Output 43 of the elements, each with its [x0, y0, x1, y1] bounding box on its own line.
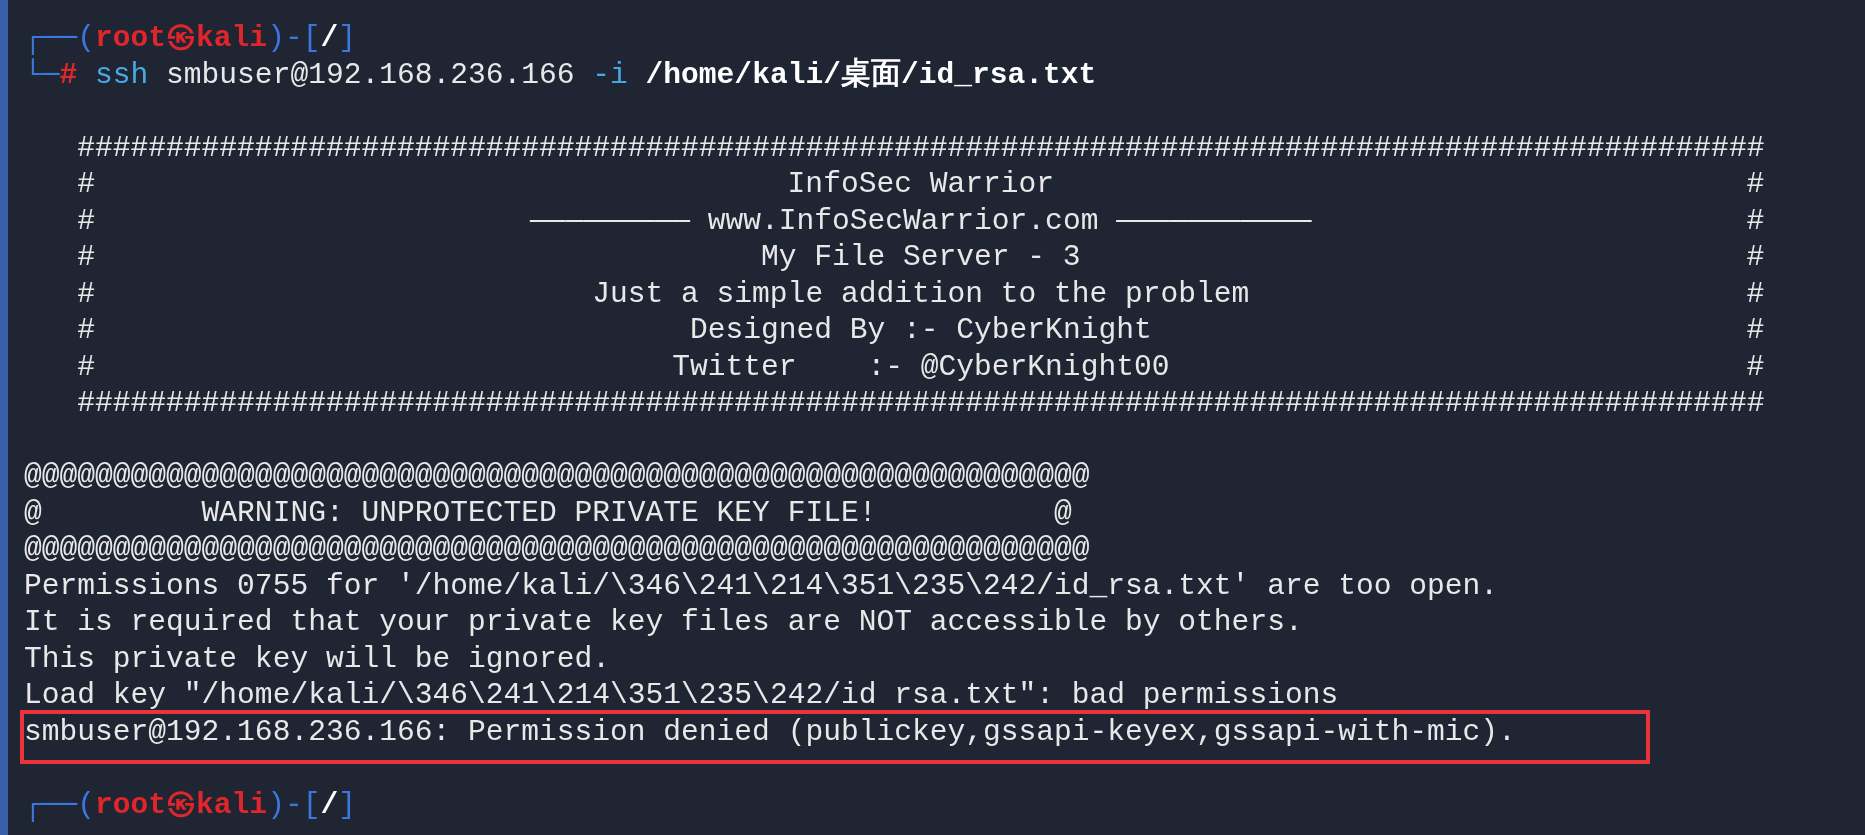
banner-text: My File Server - 3	[760, 239, 1081, 276]
output-text: It is required that your private key files are NOT accessible by others.	[24, 604, 1303, 641]
output-text: ###############################################################################################	[76, 385, 1765, 422]
banner-border: #	[1746, 166, 1765, 203]
prompt-frame: )-[	[267, 20, 321, 57]
output-text: Load key "/home/kali/\346\241\214\351\235\242/id rsa.txt": bad permissions	[24, 677, 1339, 714]
output-text: @@@@@@@@@@@@@@@@@@@@@@@@@@@@@@@@@@@@@@@@@@@@@@@@@@@@@@@@@@@@	[24, 458, 1090, 495]
command-option: -i	[592, 56, 628, 93]
prompt-frame: ]	[338, 20, 356, 57]
prompt-path: /	[320, 20, 339, 57]
command-name: ssh	[95, 56, 149, 93]
banner-border: #	[1746, 312, 1765, 349]
banner-text: Just a simple addition to the problem	[592, 275, 1250, 312]
banner-border: #	[1746, 275, 1765, 312]
banner-border: #	[77, 312, 95, 349]
banner-border: #	[1746, 239, 1765, 276]
prompt-frame: )-[	[267, 786, 321, 823]
banner-text: Designed By :- CyberKnight	[689, 312, 1152, 349]
banner-border: #	[77, 202, 95, 239]
output-text: @ WARNING: UNPROTECTED PRIVATE KEY FILE! @	[24, 494, 1072, 531]
banner-border: #	[1746, 202, 1765, 239]
output-text: @@@@@@@@@@@@@@@@@@@@@@@@@@@@@@@@@@@@@@@@@@@@@@@@@@@@@@@@@@@@	[24, 531, 1090, 568]
banner-border: #	[77, 166, 95, 203]
banner-text: ————————— www.InfoSecWarrior.com ———————————	[530, 202, 1312, 239]
prompt-frame: ┌──(	[24, 20, 96, 57]
prompt-user: root㉿kali	[95, 20, 268, 57]
prompt-user: root㉿kali	[95, 786, 268, 823]
banner-text: Twitter :- @CyberKnight00	[672, 348, 1170, 385]
prompt-frame: ┌──(	[24, 786, 96, 823]
prompt-symbol: #	[59, 56, 78, 93]
prompt-frame: └─	[24, 56, 60, 93]
command-argument: smbuser@192.168.236.166	[166, 56, 575, 93]
prompt-path: /	[320, 786, 339, 823]
banner-border: #	[77, 348, 95, 385]
output-text: Permissions 0755 for '/home/kali/\346\241\214\351\235\242/id_rsa.txt' are too open.	[24, 567, 1498, 604]
banner-text: InfoSec Warrior	[787, 166, 1054, 203]
banner-border: #	[77, 239, 95, 276]
banner-border: #	[1746, 348, 1765, 385]
prompt-frame: ]	[338, 786, 356, 823]
file-path: /home/kali/桌面/id_rsa.txt	[645, 56, 1097, 93]
output-text: ###############################################################################################	[76, 129, 1765, 166]
output-text: This private key will be ignored.	[24, 640, 611, 677]
banner-border: #	[77, 275, 95, 312]
